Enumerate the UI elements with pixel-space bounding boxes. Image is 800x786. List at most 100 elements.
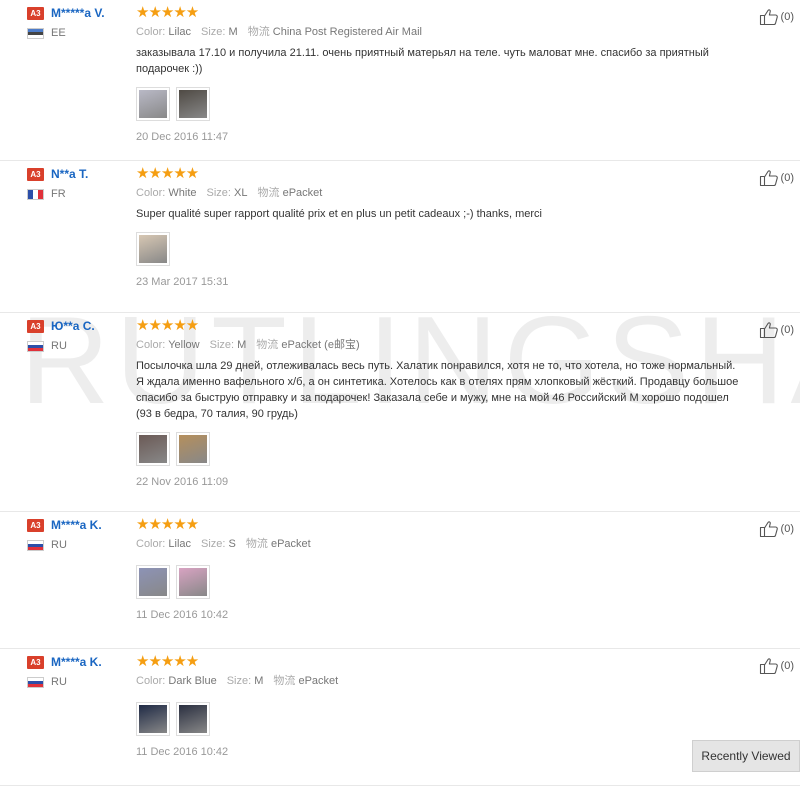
attribute-value: ePacket <box>282 187 323 199</box>
attribute-label: 物流 <box>257 187 283 199</box>
attribute-value: M <box>237 339 247 351</box>
attribute-label: 物流 <box>247 26 273 38</box>
attribute-label: Color: <box>136 187 169 199</box>
reviewer-name: M****a K. <box>51 518 102 532</box>
star-rating: ★★★★★ <box>136 653 199 670</box>
star-rating: ★★★★★ <box>136 165 199 182</box>
reviewer-info: A3 N**a T. FR <box>27 167 127 200</box>
level-badge: A3 <box>27 319 44 333</box>
review-photos <box>136 702 746 736</box>
attribute-value: White <box>168 187 197 199</box>
review-photo-thumbnail[interactable] <box>136 702 170 736</box>
thumbs-up-icon <box>759 322 778 339</box>
reviewer-name: N**a T. <box>51 167 89 181</box>
review-photo-thumbnail[interactable] <box>136 432 170 466</box>
review-text: Super qualité super rapport qualité prix… <box>136 208 543 220</box>
level-badge: A3 <box>27 167 44 181</box>
helpful-count: (0) <box>780 523 794 535</box>
attribute-value: M <box>254 675 264 687</box>
country-flag-icon <box>27 340 44 352</box>
review-photos <box>136 232 746 266</box>
helpful-count: (0) <box>780 324 794 336</box>
helpful-button[interactable]: (0) <box>759 321 794 339</box>
attribute-label: Size: <box>201 538 229 550</box>
helpful-count: (0) <box>780 660 794 672</box>
thumbs-up-icon <box>759 658 778 675</box>
review-body: ★★★★★ Color: Lilac Size: S 物流 ePacket 11 D… <box>136 517 746 621</box>
attribute-value: Yellow <box>168 339 200 351</box>
helpful-button[interactable]: (0) <box>759 520 794 538</box>
country-flag-icon <box>27 539 44 551</box>
review-photo-thumbnail[interactable] <box>176 87 210 121</box>
recently-viewed-button[interactable]: Recently Viewed <box>692 740 800 772</box>
review-body: ★★★★★ Color: Dark Blue Size: M 物流 ePacket … <box>136 654 746 758</box>
review-item: A3 Ю**а С. RU ★★★★★ Color: Yellow Size: M… <box>0 313 800 512</box>
reviewer-country: RU <box>51 676 67 688</box>
order-attributes: Color: Yellow Size: M 物流 ePacket (e邮宝) <box>136 338 746 352</box>
review-photo-thumbnail[interactable] <box>136 87 170 121</box>
attribute-label: 物流 <box>245 538 271 550</box>
thumbs-up-icon <box>759 521 778 538</box>
attribute-value: ePacket <box>270 538 311 550</box>
review-body: ★★★★★ Color: Lilac Size: M 物流 China Post R… <box>136 5 746 143</box>
order-attributes: Color: White Size: XL 物流 ePacket <box>136 186 746 200</box>
review-date: 20 Dec 2016 11:47 <box>136 131 229 143</box>
attribute-label: Color: <box>136 675 169 687</box>
star-rating: ★★★★★ <box>136 4 199 21</box>
country-flag-icon <box>27 27 44 39</box>
review-date: 11 Dec 2016 10:42 <box>136 609 229 621</box>
review-text: Посылочка шла 29 дней, отлеживалась весь… <box>136 360 739 420</box>
review-photo-thumbnail[interactable] <box>136 565 170 599</box>
review-item: A3 M****a K. RU ★★★★★ Color: Dark Blue Si… <box>0 649 800 786</box>
country-flag-icon <box>27 676 44 688</box>
thumbs-up-icon <box>759 170 778 187</box>
review-photo-thumbnail[interactable] <box>176 702 210 736</box>
attribute-value: China Post Registered Air Mail <box>272 26 422 38</box>
attribute-label: Color: <box>136 339 169 351</box>
order-attributes: Color: Lilac Size: S 物流 ePacket <box>136 537 746 551</box>
reviewer-name: Ю**а С. <box>51 319 95 333</box>
helpful-button[interactable]: (0) <box>759 169 794 187</box>
helpful-button[interactable]: (0) <box>759 8 794 26</box>
helpful-count: (0) <box>780 172 794 184</box>
review-item: A3 N**a T. FR ★★★★★ Color: White Size: XL… <box>0 161 800 313</box>
reviewer-name: M*****a V. <box>51 6 105 20</box>
review-item: A3 M****a K. RU ★★★★★ Color: Lilac Size: … <box>0 512 800 649</box>
attribute-label: 物流 <box>256 339 282 351</box>
review-text: заказывала 17.10 и получила 21.11. очень… <box>136 47 709 75</box>
review-date: 11 Dec 2016 10:42 <box>136 746 229 758</box>
attribute-label: Size: <box>201 26 229 38</box>
attribute-value: ePacket <box>298 675 339 687</box>
attribute-value: S <box>228 538 236 550</box>
country-flag-icon <box>27 188 44 200</box>
reviewer-country: RU <box>51 340 67 352</box>
reviewer-country: FR <box>51 188 66 200</box>
thumbs-up-icon <box>759 9 778 26</box>
attribute-label: Color: <box>136 538 169 550</box>
attribute-value: M <box>228 26 238 38</box>
reviewer-info: A3 M*****a V. EE <box>27 6 127 39</box>
review-photos <box>136 565 746 599</box>
reviewer-info: A3 M****a K. RU <box>27 518 127 551</box>
review-body: ★★★★★ Color: White Size: XL 物流 ePacket Sup… <box>136 166 746 288</box>
review-photos <box>136 87 746 121</box>
level-badge: A3 <box>27 6 44 20</box>
attribute-label: 物流 <box>273 675 299 687</box>
review-photo-thumbnail[interactable] <box>176 432 210 466</box>
attribute-value: Lilac <box>168 26 192 38</box>
review-photo-thumbnail[interactable] <box>176 565 210 599</box>
review-item: A3 M*****a V. EE ★★★★★ Color: Lilac Size:… <box>0 0 800 161</box>
reviewer-country: RU <box>51 539 67 551</box>
helpful-button[interactable]: (0) <box>759 657 794 675</box>
order-attributes: Color: Lilac Size: M 物流 China Post Registe… <box>136 25 746 39</box>
review-photo-thumbnail[interactable] <box>136 232 170 266</box>
attribute-label: Color: <box>136 26 169 38</box>
attribute-label: Size: <box>206 187 235 199</box>
attribute-value: Dark Blue <box>168 675 217 687</box>
reviewer-name: M****a K. <box>51 655 102 669</box>
attribute-value: Lilac <box>168 538 192 550</box>
review-date: 23 Mar 2017 15:31 <box>136 276 229 288</box>
reviewer-country: EE <box>51 27 66 39</box>
reviewer-info: A3 Ю**а С. RU <box>27 319 127 352</box>
star-rating: ★★★★★ <box>136 317 199 334</box>
